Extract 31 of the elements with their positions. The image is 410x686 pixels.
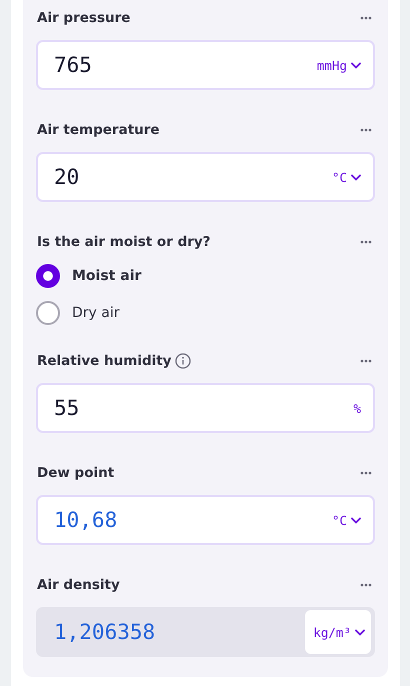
unit-dropdown[interactable]: kg/m³	[305, 610, 371, 654]
more-options-icon[interactable]	[360, 583, 372, 587]
field-label: Relative humidity	[37, 353, 172, 369]
caret-down-icon	[351, 516, 361, 524]
caret-down-icon	[351, 62, 361, 68]
more-options-icon[interactable]	[360, 16, 372, 20]
field-label: Dew point	[37, 465, 114, 481]
option-label[interactable]: Moist air	[72, 268, 142, 284]
number-field[interactable]: 55 %	[36, 383, 375, 433]
radio-button[interactable]	[36, 264, 60, 288]
radio-button[interactable]	[36, 301, 60, 325]
caret-down-icon	[351, 174, 361, 180]
field-label: Air temperature	[37, 122, 160, 138]
more-options-icon[interactable]	[360, 471, 372, 475]
unit-dropdown[interactable]: °C	[324, 162, 367, 192]
option-label[interactable]: Dry air	[72, 305, 120, 321]
unit-dropdown[interactable]: %	[345, 393, 367, 423]
number-field[interactable]: 1,206358 kg/m³	[36, 607, 375, 657]
number-field[interactable]: 20 °C	[36, 152, 375, 202]
field-label: Is the air moist or dry?	[37, 234, 211, 250]
number-field[interactable]: 10,68 °C	[36, 495, 375, 545]
unit-dropdown[interactable]: mmHg	[308, 50, 367, 80]
field-label: Air density	[37, 577, 120, 593]
caret-down-icon	[355, 628, 365, 636]
field-label: Air pressure	[37, 10, 130, 26]
more-options-icon[interactable]	[360, 128, 372, 132]
more-options-icon[interactable]	[360, 240, 372, 244]
number-field[interactable]: 765 mmHg	[36, 40, 375, 90]
unit-dropdown[interactable]: °C	[324, 505, 367, 535]
more-options-icon[interactable]	[360, 359, 372, 363]
info-icon[interactable]	[174, 353, 190, 369]
